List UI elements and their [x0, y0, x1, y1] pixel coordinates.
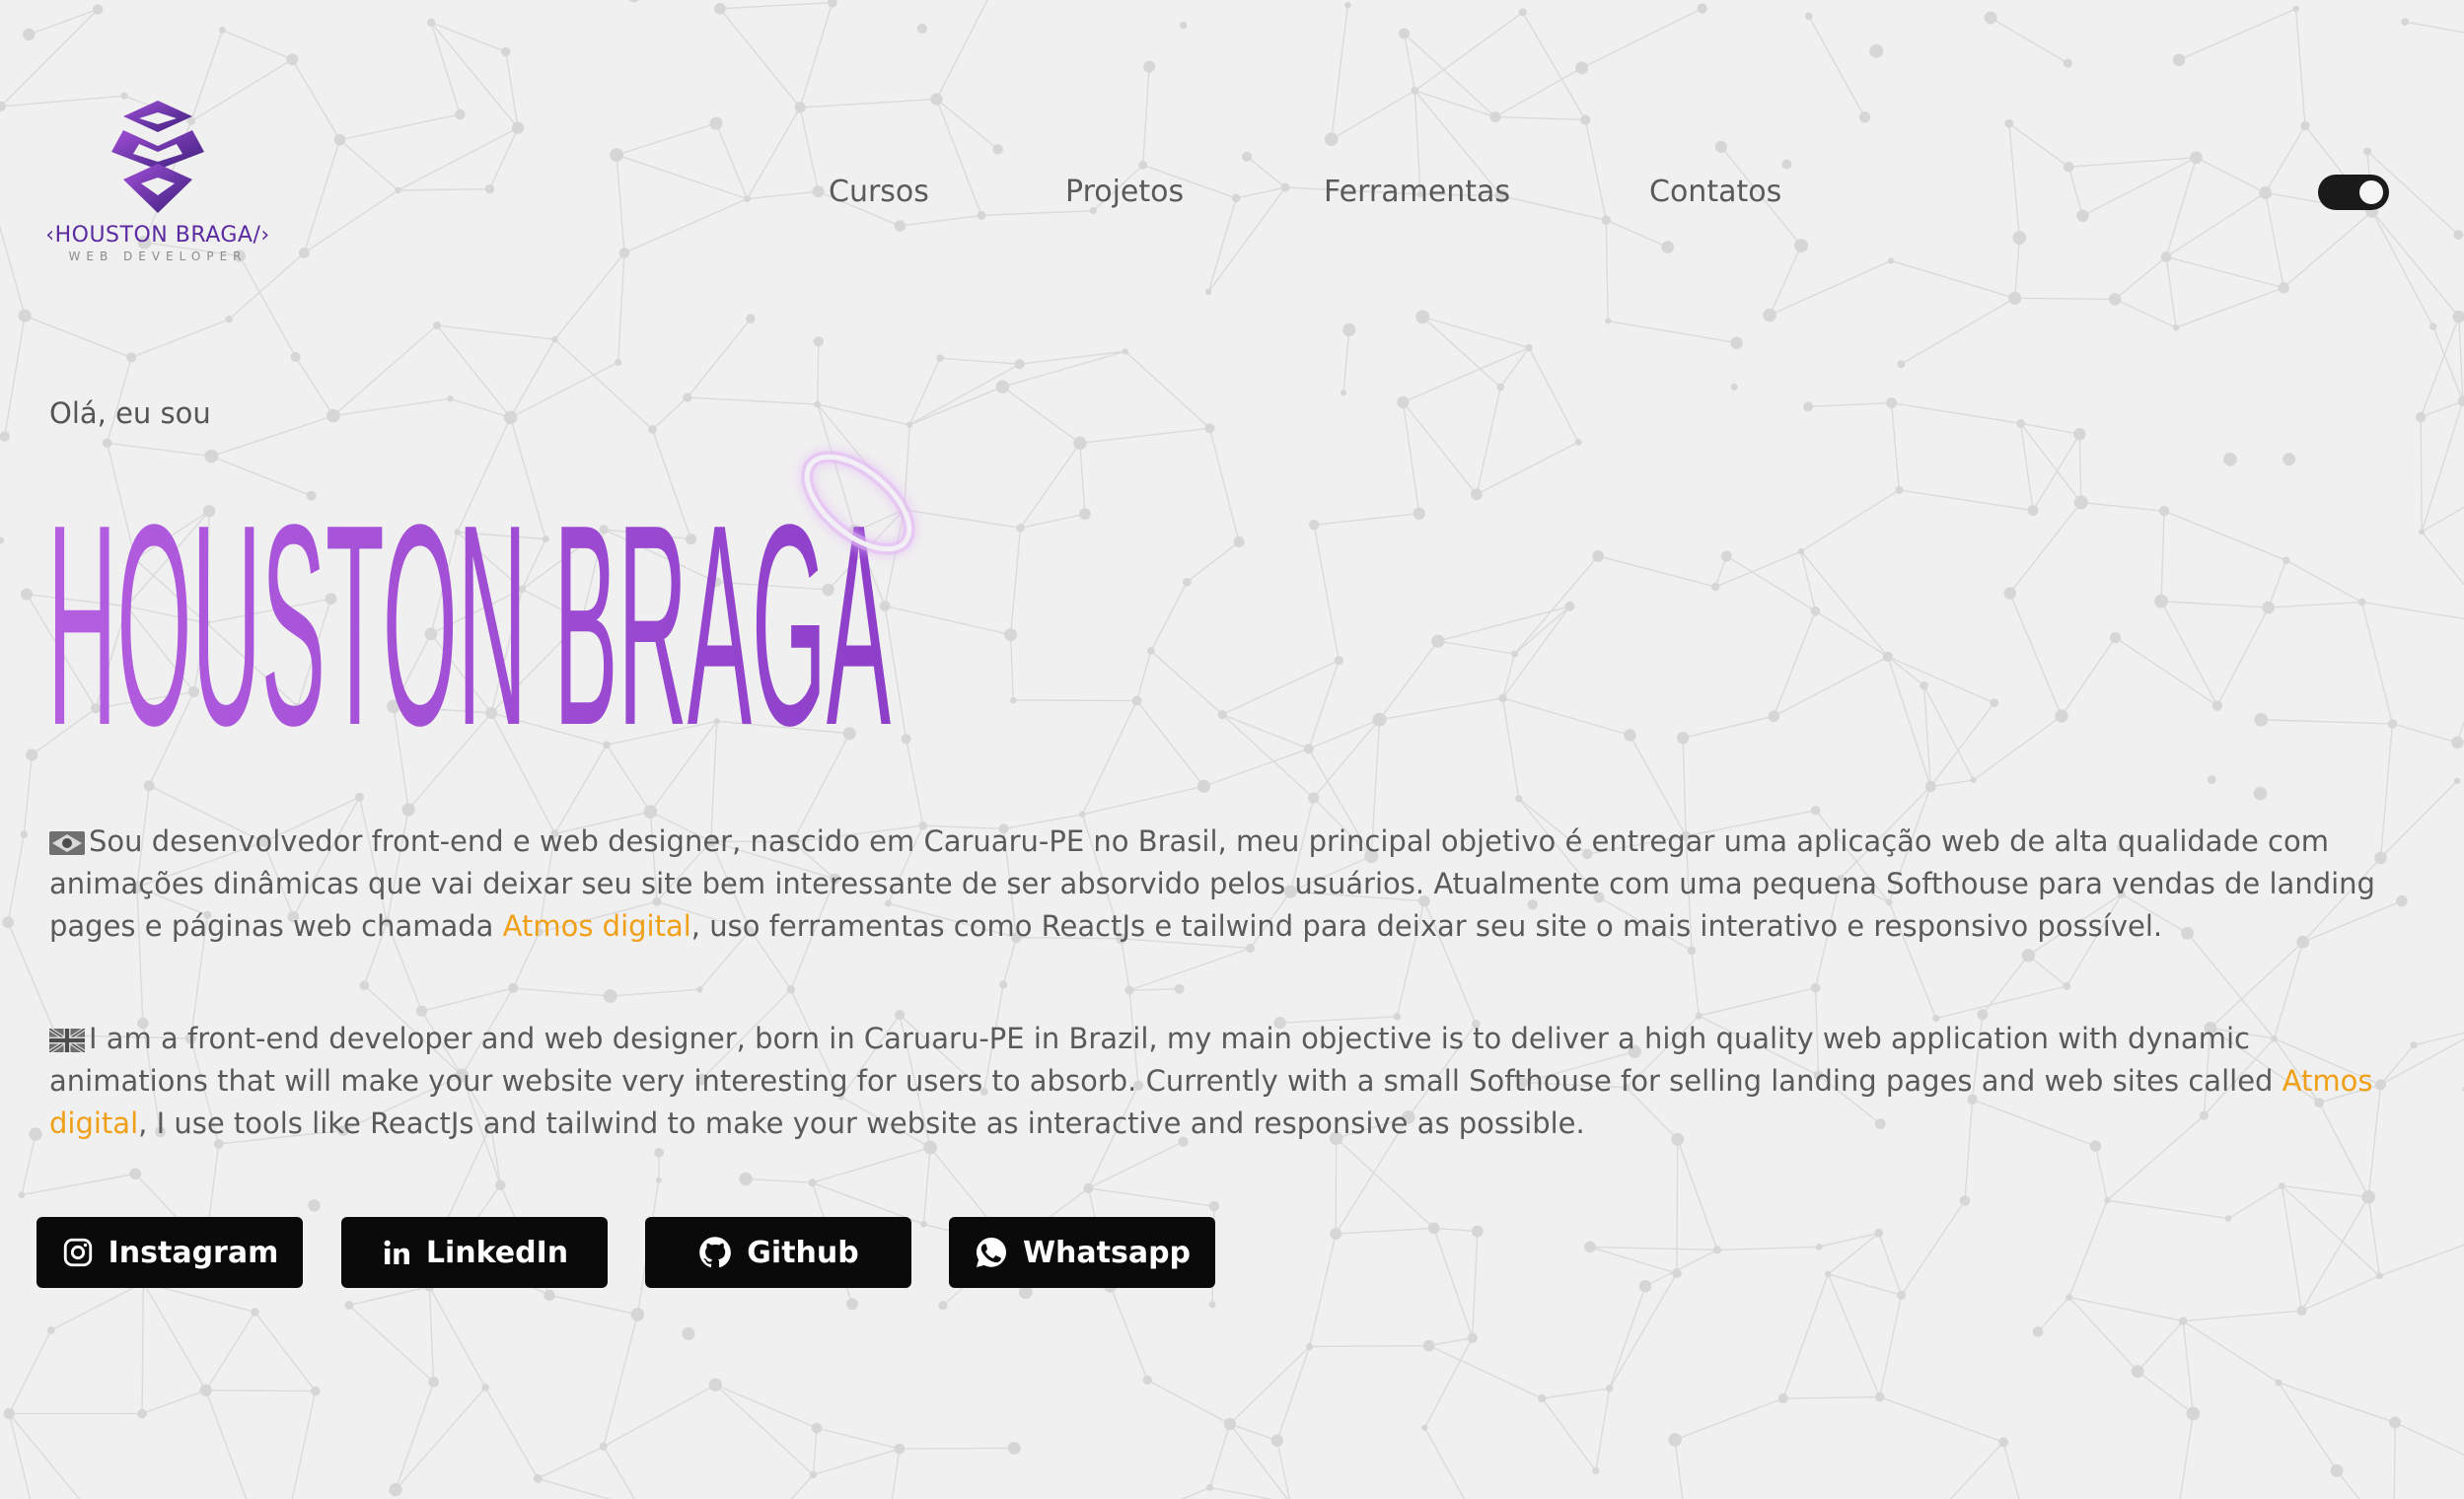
about-pt-text-after: , uso ferramentas como ReactJs e tailwin…: [690, 909, 2163, 943]
linkedin-button[interactable]: LinkedIn: [341, 1217, 608, 1288]
hero-name-text: HOUSTON BRAGA: [47, 464, 891, 779]
uk-flag-icon: [49, 1029, 85, 1052]
about-en-text-after: , I use tools like ReactJs and tailwind …: [138, 1106, 1585, 1140]
about-english: I am a front-end developer and web desig…: [49, 1018, 2417, 1145]
instagram-button[interactable]: Instagram: [36, 1217, 303, 1288]
instagram-label: Instagram: [108, 1235, 279, 1270]
hero-name: HOUSTON BRAGA: [47, 464, 891, 779]
instagram-icon: [63, 1238, 92, 1267]
nav-item-projetos[interactable]: Projetos: [1065, 175, 1184, 209]
github-button[interactable]: Github: [645, 1217, 911, 1288]
whatsapp-label: Whatsapp: [1022, 1235, 1192, 1270]
github-icon: [699, 1237, 732, 1268]
logo-emblem-icon: [111, 101, 204, 213]
logo-name: ‹HOUSTON BRAGA/›: [45, 223, 270, 248]
hero-greeting: Olá, eu sou: [49, 396, 211, 430]
brazil-flag-icon: [49, 831, 85, 855]
nav-item-contatos[interactable]: Contatos: [1649, 175, 1781, 209]
site-logo[interactable]: ‹HOUSTON BRAGA/› WEB DEVELOPER: [30, 99, 286, 263]
toggle-knob: [2359, 180, 2383, 204]
theme-toggle[interactable]: [2318, 175, 2389, 210]
github-label: Github: [747, 1235, 859, 1270]
logo-subtitle: WEB DEVELOPER: [68, 250, 248, 263]
halo-ring-icon: [801, 451, 915, 555]
whatsapp-icon: [976, 1238, 1006, 1267]
atmos-digital-link-pt[interactable]: Atmos digital: [503, 909, 691, 943]
linkedin-icon: [384, 1240, 409, 1264]
linkedin-label: LinkedIn: [425, 1235, 569, 1270]
about-en-text-before: I am a front-end developer and web desig…: [49, 1022, 2283, 1098]
whatsapp-button[interactable]: Whatsapp: [949, 1217, 1215, 1288]
nav-item-cursos[interactable]: Cursos: [829, 175, 929, 209]
nav-item-ferramentas[interactable]: Ferramentas: [1324, 175, 1510, 209]
about-portuguese: Sou desenvolvedor front-end e web design…: [49, 821, 2417, 948]
